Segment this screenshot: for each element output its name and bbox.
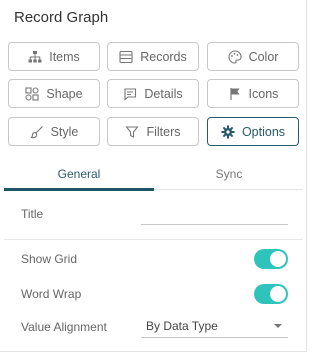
title-input[interactable] (141, 201, 288, 225)
brush-icon (30, 125, 44, 139)
options-label: Options (241, 124, 286, 139)
details-label: Details (144, 86, 183, 101)
tab-sync[interactable]: Sync (154, 162, 304, 190)
divider (4, 239, 303, 240)
details-button[interactable]: Details (107, 79, 199, 108)
icons-label: Icons (248, 86, 279, 101)
table-icon (119, 50, 133, 64)
gear-icon (221, 125, 235, 139)
hierarchy-icon (28, 50, 42, 64)
shape-button[interactable]: Shape (8, 79, 100, 108)
icons-button[interactable]: Icons (207, 79, 299, 108)
value-alignment-value: By Data Type (146, 319, 218, 333)
tab-general[interactable]: General (4, 162, 154, 191)
funnel-icon (125, 125, 140, 139)
shape-label: Shape (46, 86, 83, 101)
value-alignment-select[interactable]: By Data Type (141, 314, 288, 338)
options-button[interactable]: Options (207, 117, 299, 146)
items-button[interactable]: Items (8, 42, 100, 71)
style-label: Style (50, 124, 79, 139)
color-button[interactable]: Color (207, 42, 299, 71)
records-button[interactable]: Records (107, 42, 199, 71)
chevron-down-icon (274, 324, 282, 328)
title-label: Title (21, 207, 44, 221)
tab-bar: General Sync (4, 162, 304, 191)
value-alignment-label: Value Alignment (21, 320, 107, 334)
toggle-knob (270, 251, 286, 267)
shapes-icon (25, 86, 39, 101)
flag-icon (228, 87, 242, 101)
records-label: Records (140, 49, 187, 64)
style-button[interactable]: Style (8, 117, 100, 146)
show-grid-label: Show Grid (21, 252, 78, 266)
filters-button[interactable]: Filters (107, 117, 199, 146)
palette-icon (228, 49, 242, 64)
panel-title: Record Graph (14, 9, 109, 26)
items-label: Items (49, 49, 80, 64)
word-wrap-label: Word Wrap (21, 287, 82, 301)
color-label: Color (248, 49, 279, 64)
record-graph-panel: Record Graph Items Records Color Shape D… (0, 0, 307, 352)
comment-icon (123, 87, 137, 101)
show-grid-toggle[interactable] (254, 249, 288, 269)
word-wrap-toggle[interactable] (254, 284, 288, 304)
filters-label: Filters (146, 124, 181, 139)
toggle-knob (270, 286, 286, 302)
